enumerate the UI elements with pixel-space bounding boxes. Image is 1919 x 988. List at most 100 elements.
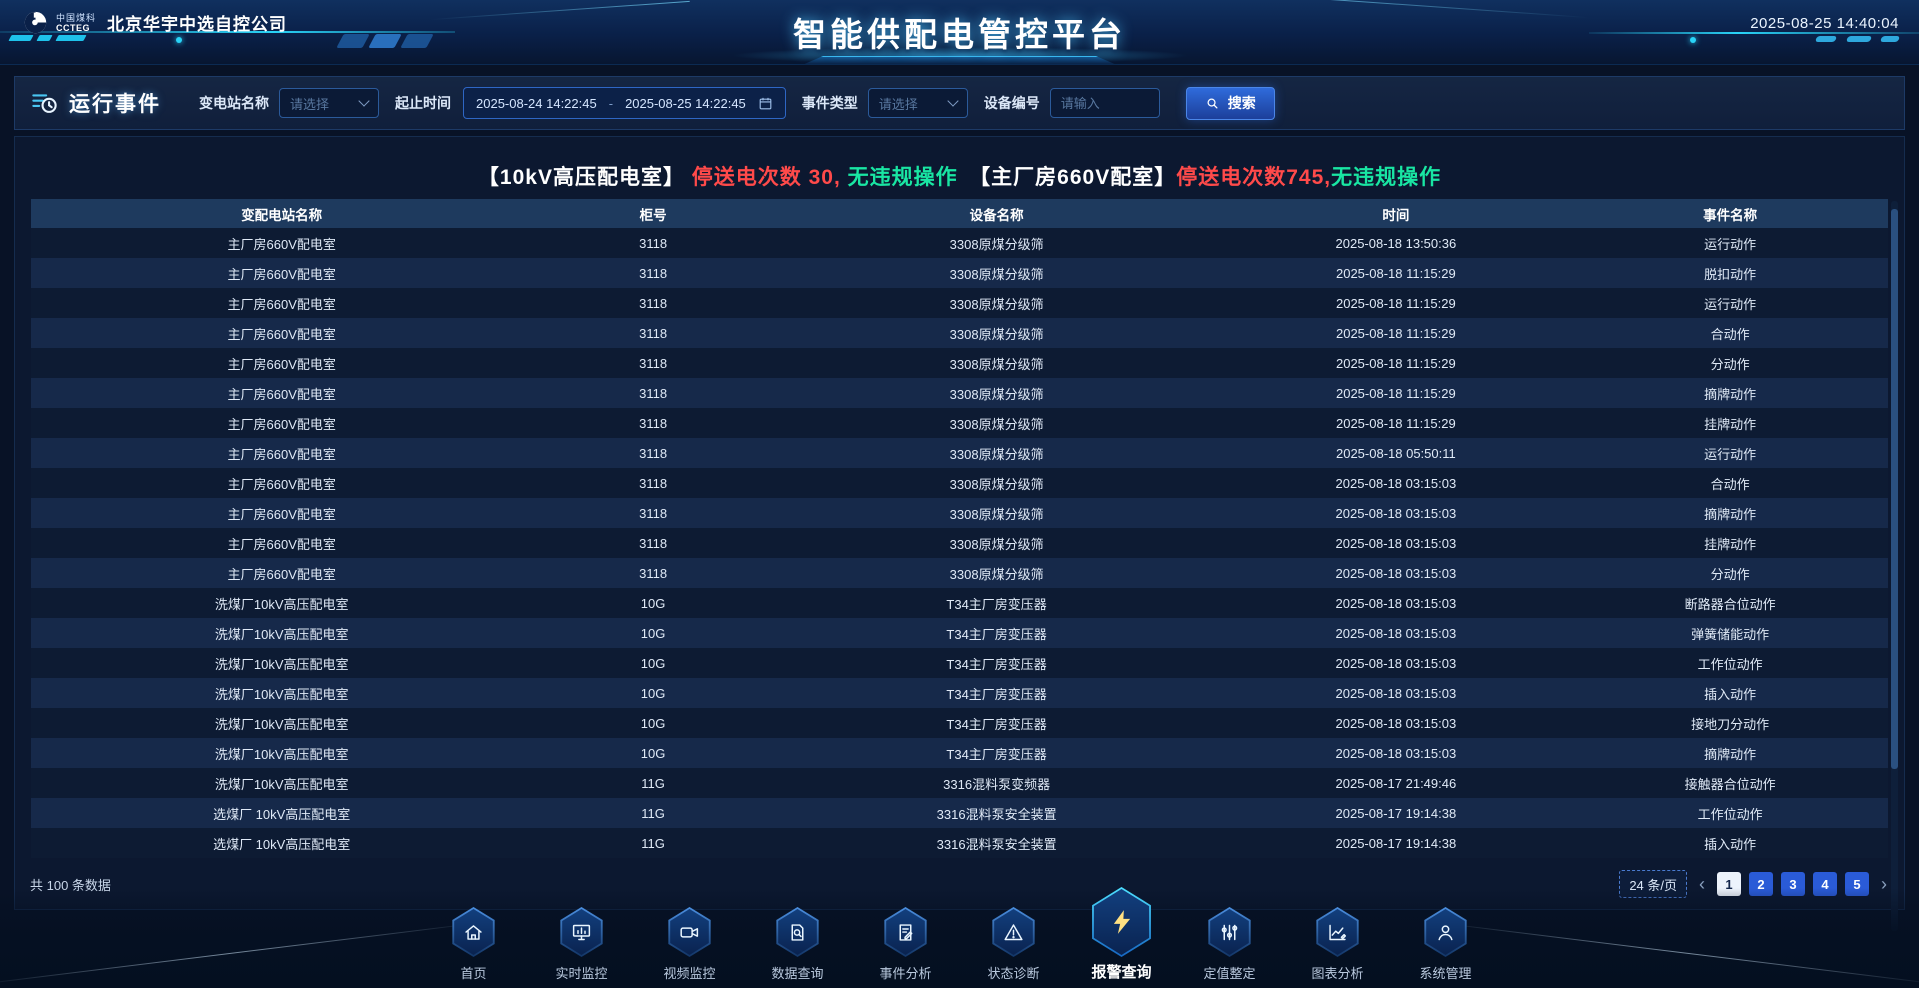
- table-cell: 3308原煤分级筛: [774, 294, 1220, 313]
- table-cell: 3118: [532, 506, 773, 521]
- table-scrollbar[interactable]: [1891, 201, 1898, 931]
- scrollbar-thumb[interactable]: [1891, 209, 1898, 769]
- header-parallelograms: [340, 34, 436, 53]
- table-cell: 11G: [532, 776, 773, 791]
- table-cell: 2025-08-18 11:15:29: [1219, 416, 1572, 431]
- chevron-down-icon: [947, 95, 958, 106]
- start-date-value[interactable]: 2025-08-24 14:22:45: [476, 96, 597, 111]
- table-cell: 2025-08-18 03:15:03: [1219, 566, 1572, 581]
- table-cell: 3308原煤分级筛: [774, 384, 1220, 403]
- summary-segment: 停送电次数 30,: [692, 166, 848, 189]
- table-cell: 3316混料泵变频器: [774, 774, 1220, 793]
- table-row: 主厂房660V配电室31183308原煤分级筛2025-08-18 03:15:…: [31, 528, 1888, 558]
- nav-item-doc-search[interactable]: 数据查询: [762, 907, 834, 982]
- table-cell: 2025-08-18 03:15:03: [1219, 536, 1572, 551]
- table-cell: 主厂房660V配电室: [31, 564, 532, 583]
- table-cell: 运行动作: [1572, 444, 1888, 463]
- nav-item-lightning[interactable]: 报警查询: [1086, 887, 1158, 982]
- table-cell: 挂牌动作: [1572, 534, 1888, 553]
- table-cell: 主厂房660V配电室: [31, 264, 532, 283]
- station-label: 变电站名称: [199, 93, 269, 113]
- chart-pen-icon: [1327, 922, 1348, 943]
- table-cell: 摘牌动作: [1572, 384, 1888, 403]
- table-row: 主厂房660V配电室31183308原煤分级筛2025-08-18 03:15:…: [31, 498, 1888, 528]
- table-cell: 3308原煤分级筛: [774, 264, 1220, 283]
- table-cell: 10G: [532, 746, 773, 761]
- station-select[interactable]: 请选择: [279, 88, 379, 118]
- table-cell: 2025-08-18 03:15:03: [1219, 686, 1572, 701]
- table-row: 洗煤厂10kV高压配电室10GT34主厂房变压器2025-08-18 03:15…: [31, 588, 1888, 618]
- nav-item-monitor-chart[interactable]: 实时监控: [546, 907, 618, 982]
- table-cell: 3118: [532, 566, 773, 581]
- summary-segment: 【10kV高压配电室】: [478, 166, 692, 189]
- date-range-picker[interactable]: 2025-08-24 14:22:45 - 2025-08-25 14:22:4…: [463, 87, 786, 119]
- nav-item-label: 报警查询: [1091, 961, 1151, 982]
- device-number-input[interactable]: [1050, 88, 1160, 118]
- table-cell: 主厂房660V配电室: [31, 384, 532, 403]
- nav-item-doc-edit[interactable]: 事件分析: [870, 907, 942, 982]
- doc-edit-icon: [895, 922, 916, 943]
- table-cell: 3118: [532, 266, 773, 281]
- table-cell: 主厂房660V配电室: [31, 414, 532, 433]
- table-cell: 脱扣动作: [1572, 264, 1888, 283]
- table-cell: 3118: [532, 446, 773, 461]
- table-cell: 3308原煤分级筛: [774, 414, 1220, 433]
- table-cell: 3308原煤分级筛: [774, 474, 1220, 493]
- date-separator: -: [609, 96, 613, 111]
- nav-item-user[interactable]: 系统管理: [1410, 907, 1482, 982]
- table-cell: 合动作: [1572, 324, 1888, 343]
- summary-segment: 无违规操作: [848, 166, 958, 189]
- table-cell: 2025-08-18 05:50:11: [1219, 446, 1572, 461]
- table-row: 主厂房660V配电室31183308原煤分级筛2025-08-18 05:50:…: [31, 438, 1888, 468]
- table-cell: 工作位动作: [1572, 654, 1888, 673]
- nav-badge: [1090, 887, 1154, 957]
- calendar-icon[interactable]: [758, 96, 773, 111]
- event-type-select[interactable]: 请选择: [868, 88, 968, 118]
- nav-item-home[interactable]: 首页: [438, 907, 510, 982]
- table-cell: 插入动作: [1572, 684, 1888, 703]
- search-button[interactable]: 搜索: [1186, 87, 1275, 120]
- nav-item-label: 实时监控: [555, 963, 607, 982]
- end-date-value[interactable]: 2025-08-25 14:22:45: [625, 96, 746, 111]
- nav-item-sliders[interactable]: 定值整定: [1194, 907, 1266, 982]
- nav-badge: [1315, 907, 1361, 957]
- nav-item-video-camera[interactable]: 视频监控: [654, 907, 726, 982]
- table-cell: T34主厂房变压器: [774, 714, 1220, 733]
- table-cell: 接触器合位动作: [1572, 774, 1888, 793]
- column-header: 时间: [1219, 204, 1572, 224]
- table-cell: 2025-08-18 11:15:29: [1219, 326, 1572, 341]
- home-icon: [463, 922, 484, 943]
- summary-segment: 无违规操作: [1331, 166, 1441, 189]
- table-cell: 分动作: [1572, 564, 1888, 583]
- nav-left-swoosh: [0, 921, 488, 985]
- table-cell: 3118: [532, 356, 773, 371]
- table-cell: 洗煤厂10kV高压配电室: [31, 774, 532, 793]
- table-cell: 2025-08-18 11:15:29: [1219, 296, 1572, 311]
- nav-item-chart-pen[interactable]: 图表分析: [1302, 907, 1374, 982]
- table-row: 选煤厂 10kV高压配电室11G3316混料泵安全装置2025-08-17 19…: [31, 828, 1888, 858]
- table-row: 洗煤厂10kV高压配电室11G3316混料泵变频器2025-08-17 21:4…: [31, 768, 1888, 798]
- table-row: 主厂房660V配电室31183308原煤分级筛2025-08-18 13:50:…: [31, 228, 1888, 258]
- summary-segment: 【主厂房660V配室】: [958, 166, 1177, 189]
- table-cell: 2025-08-18 03:15:03: [1219, 476, 1572, 491]
- nav-item-alert-triangle[interactable]: 状态诊断: [978, 907, 1050, 982]
- table-cell: 3118: [532, 476, 773, 491]
- table-cell: T34主厂房变压器: [774, 594, 1220, 613]
- table-cell: 主厂房660V配电室: [31, 534, 532, 553]
- table-cell: 洗煤厂10kV高压配电室: [31, 714, 532, 733]
- table-cell: 选煤厂 10kV高压配电室: [31, 804, 532, 823]
- nav-item-label: 定值整定: [1203, 963, 1255, 982]
- page-title: 智能供配电管控平台: [793, 8, 1126, 56]
- table-body: 主厂房660V配电室31183308原煤分级筛2025-08-18 13:50:…: [31, 228, 1888, 858]
- table-cell: 10G: [532, 716, 773, 731]
- ccteg-logo-icon: [22, 9, 49, 36]
- table-cell: T34主厂房变压器: [774, 684, 1220, 703]
- table-cell: 3118: [532, 386, 773, 401]
- table-cell: 运行动作: [1572, 294, 1888, 313]
- table-cell: T34主厂房变压器: [774, 654, 1220, 673]
- table-cell: 2025-08-18 11:15:29: [1219, 356, 1572, 371]
- table-cell: 工作位动作: [1572, 804, 1888, 823]
- event-type-placeholder: 请选择: [879, 94, 918, 113]
- table-row: 主厂房660V配电室31183308原煤分级筛2025-08-18 11:15:…: [31, 288, 1888, 318]
- table-cell: 洗煤厂10kV高压配电室: [31, 654, 532, 673]
